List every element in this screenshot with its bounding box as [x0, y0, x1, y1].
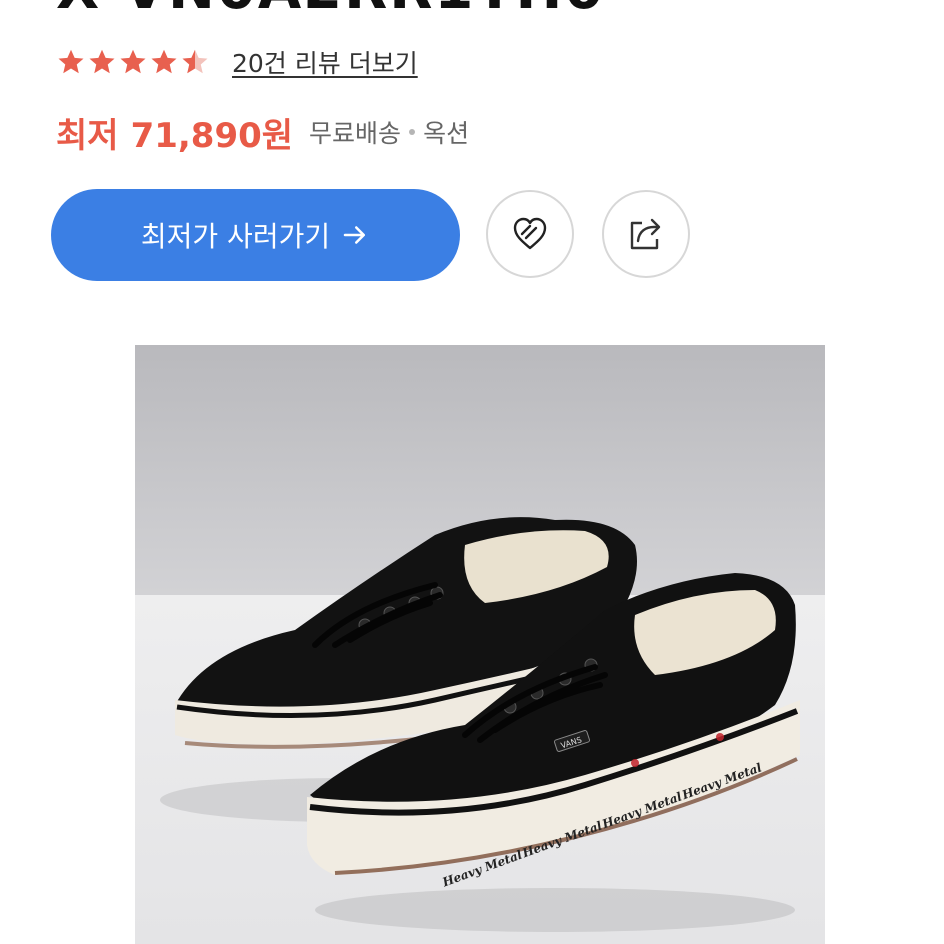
share-icon: [630, 218, 661, 250]
product-image: VANS Heavy Metal Heavy Metal Heavy Metal…: [135, 345, 825, 944]
star-rating: [56, 47, 210, 77]
price-meta: 무료배송 옥션: [309, 114, 469, 150]
seller-name: 옥션: [423, 119, 470, 148]
product-detail-page: X VN0A2RR1TH0 20건 리뷰 더보기 최저 71,890원 무료배송…: [0, 0, 944, 944]
star-icon: [58, 49, 84, 74]
buy-button-label: 최저가 사러가기: [140, 220, 331, 253]
heart-icon: [513, 217, 547, 250]
star-icon: [89, 49, 115, 74]
review-more-link[interactable]: 20건 리뷰 더보기: [232, 44, 418, 80]
like-button[interactable]: [486, 190, 574, 278]
buy-lowest-price-button[interactable]: 최저가 사러가기: [51, 189, 460, 281]
star-icon: [151, 49, 177, 74]
arrow-right-icon: [343, 226, 366, 244]
product-title: X VN0A2RR1TH0: [56, 0, 605, 18]
shipping-text: 무료배송: [309, 119, 402, 148]
lowest-price-label: 최저: [56, 115, 119, 156]
separator-dot: [409, 129, 416, 135]
share-button[interactable]: [602, 190, 690, 278]
star-icon: [120, 49, 146, 74]
half-star-icon: [182, 49, 208, 74]
price-row: 최저 71,890원 무료배송 옥션: [56, 108, 469, 156]
rating-row: 20건 리뷰 더보기: [56, 44, 418, 80]
lowest-price-value: 71,890원: [130, 115, 294, 156]
